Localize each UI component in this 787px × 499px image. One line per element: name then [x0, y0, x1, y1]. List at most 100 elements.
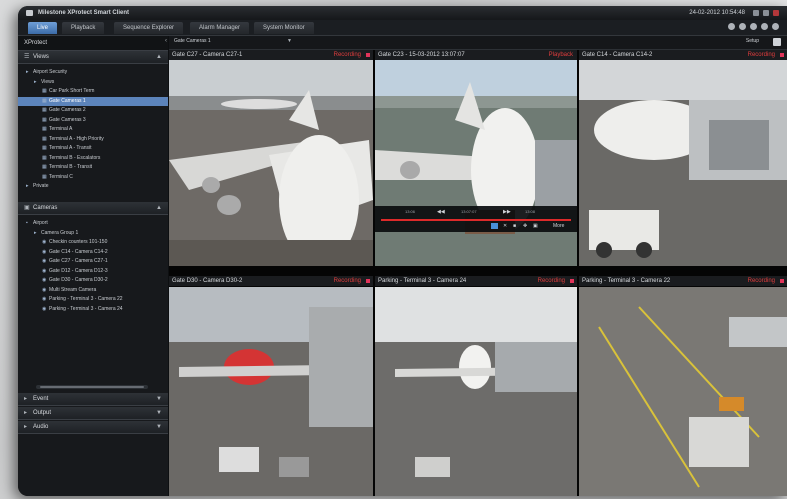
airplane-image	[375, 60, 577, 266]
print-icon[interactable]: ✥	[523, 223, 527, 230]
view-toolbar: ‹ Gate Cameras 1 ▼ Setup	[165, 36, 787, 50]
status-badge: Playback	[548, 52, 573, 58]
cameras-header[interactable]: ▣ Cameras ▲	[18, 202, 168, 215]
views-header[interactable]: ☰ Views ▲	[18, 51, 168, 64]
zoom-icon[interactable]: ▣	[533, 223, 538, 230]
camera-item[interactable]: ◉ Gate C27 - Camera C27-1	[18, 257, 168, 267]
camera-title: Parking - Terminal 3 - Camera 22	[582, 278, 671, 284]
chevron-left-icon[interactable]: ‹	[165, 38, 167, 44]
camera-item[interactable]: ◉ Parking - Terminal 3 - Camera 24	[18, 305, 168, 315]
camera-icon: ◉	[42, 267, 47, 274]
camera-header-parking-22: Parking - Terminal 3 - Camera 22 Recordi…	[579, 276, 787, 286]
video-feed-parking-24[interactable]	[375, 287, 577, 496]
search-icon[interactable]	[739, 23, 746, 30]
view-item[interactable]: ▦ Car Park Short Term	[18, 87, 168, 97]
status-badge: Recording	[333, 278, 361, 284]
tab-playback[interactable]: Playback	[62, 22, 105, 34]
chevron-down-icon[interactable]: ▼	[156, 393, 162, 405]
camera-icon: ◉	[42, 248, 47, 255]
status-badge: Recording	[333, 52, 361, 58]
panel-header-label: Audio	[33, 424, 49, 430]
view-selector[interactable]: Gate Cameras 1	[174, 38, 211, 44]
view-item[interactable]: ▦ Terminal A - Transit	[18, 144, 168, 154]
chevron-up-icon[interactable]: ▲	[156, 202, 162, 214]
live-toggle-icon[interactable]	[491, 223, 498, 229]
view-item-label: Airport Security	[33, 69, 68, 75]
setup-button[interactable]: Setup	[746, 38, 759, 44]
view-item[interactable]: ▸ Airport Security	[18, 68, 168, 78]
step-back-icon[interactable]: ◀◀	[437, 209, 445, 216]
timeline-track[interactable]	[381, 219, 571, 221]
tab-alarm-manager[interactable]: Alarm Manager	[190, 22, 250, 34]
maximize-icon[interactable]	[763, 10, 769, 16]
view-icon: ▦	[42, 88, 47, 94]
tab-system-monitor[interactable]: System Monitor	[254, 22, 314, 34]
camera-item[interactable]: ◉ Gate D12 - Camera D12-3	[18, 267, 168, 277]
record-indicator-icon	[780, 53, 784, 57]
output-header[interactable]: ▸ Output ▼	[18, 407, 168, 420]
close-icon[interactable]	[773, 10, 779, 16]
help-icon[interactable]	[772, 23, 779, 30]
video-feed-c14[interactable]	[579, 60, 787, 266]
camera-item-label: Gate C14 - Camera C14-2	[49, 248, 108, 255]
minimize-icon[interactable]	[753, 10, 759, 16]
bookmark-icon[interactable]: ■	[513, 223, 516, 230]
camera-item-label: Camera Group 1	[41, 229, 79, 236]
record-indicator-icon	[366, 279, 370, 283]
tab-sequence-explorer[interactable]: Sequence Explorer	[114, 22, 184, 34]
camera-item[interactable]: ◉ Multi Stream Camera	[18, 286, 168, 296]
camera-item[interactable]: ▪ Airport	[18, 219, 168, 229]
cameras-header-label: Cameras	[33, 205, 58, 211]
export-icon[interactable]: ✕	[503, 223, 507, 230]
view-item[interactable]: ▦ Terminal A - High Priority	[18, 135, 168, 145]
camera-header-d30: Gate D30 - Camera D30-2 Recording	[169, 276, 373, 286]
view-item-label: Gate Cameras 1	[49, 97, 86, 104]
view-item[interactable]: ▦ Gate Cameras 1	[18, 96, 168, 106]
camera-item-label: Gate C27 - Camera C27-1	[49, 258, 108, 264]
video-feed-parking-22[interactable]	[579, 287, 787, 496]
chevron-down-icon[interactable]: ▼	[156, 421, 162, 433]
video-feed-c23[interactable]: 13:06 13:07:07 13:08 ◀◀ ▶▶ ✕ ■ ✥ ▣ More	[375, 60, 577, 266]
view-item[interactable]: ▸ Views	[18, 78, 168, 88]
export-icon[interactable]	[728, 23, 735, 30]
camera-item[interactable]: ▸ Camera Group 1	[18, 229, 168, 239]
tab-live[interactable]: Live	[28, 22, 58, 34]
camera-title: Gate C14 - Camera C14-2	[582, 52, 653, 58]
event-header[interactable]: ▸ Event ▼	[18, 393, 168, 406]
folder-icon: ▸	[26, 69, 29, 75]
camera-item[interactable]: ◉ Checkin counters 101-150	[18, 238, 168, 248]
view-icon: ▦	[42, 97, 47, 104]
view-item[interactable]: ▦ Terminal B - Escalators	[18, 154, 168, 164]
view-item[interactable]: ▦ Gate Cameras 3	[18, 116, 168, 126]
view-item[interactable]: ▦ Terminal B - Transit	[18, 163, 168, 173]
fullscreen-icon[interactable]	[773, 38, 781, 46]
camera-item[interactable]: ◉ Parking - Terminal 3 - Camera 22	[18, 295, 168, 305]
camera-item[interactable]: ◉ Gate D30 - Camera D30-2	[18, 276, 168, 286]
view-item[interactable]: ▦ Terminal C	[18, 173, 168, 183]
more-button[interactable]: More	[553, 223, 564, 230]
camera-item-label: Parking - Terminal 3 - Camera 24	[49, 305, 123, 312]
record-indicator-icon	[780, 279, 784, 283]
camera-item-label: Gate D12 - Camera D12-3	[49, 267, 108, 274]
video-feed-c27[interactable]	[169, 60, 373, 266]
audio-icon: ▸	[24, 424, 28, 430]
camera-title: Gate C27 - Camera C27-1	[172, 52, 243, 58]
horizontal-scrollbar[interactable]	[36, 385, 148, 389]
chevron-down-icon[interactable]: ▼	[287, 38, 292, 44]
audio-header[interactable]: ▸ Audio ▼	[18, 421, 168, 434]
view-item[interactable]: ▦ Gate Cameras 2	[18, 106, 168, 116]
view-icon: ▦	[42, 145, 47, 151]
cameras-tree: ▪ Airport ▸ Camera Group 1 ◉ Checkin counters…	[18, 215, 168, 349]
view-item[interactable]: ▸ Private	[18, 182, 168, 192]
global-tools	[728, 23, 779, 30]
camera-item-label: Airport	[33, 220, 48, 226]
camera-item-label: Multi Stream Camera	[49, 286, 97, 293]
video-feed-d30[interactable]	[169, 287, 373, 496]
settings-icon[interactable]	[750, 23, 757, 30]
chevron-down-icon[interactable]: ▼	[156, 407, 162, 419]
step-forward-icon[interactable]: ▶▶	[503, 209, 511, 216]
camera-item[interactable]: ◉ Gate C14 - Camera C14-2	[18, 248, 168, 258]
view-item[interactable]: ▦ Terminal A	[18, 125, 168, 135]
chevron-up-icon[interactable]: ▲	[156, 51, 162, 63]
status-icon[interactable]	[761, 23, 768, 30]
